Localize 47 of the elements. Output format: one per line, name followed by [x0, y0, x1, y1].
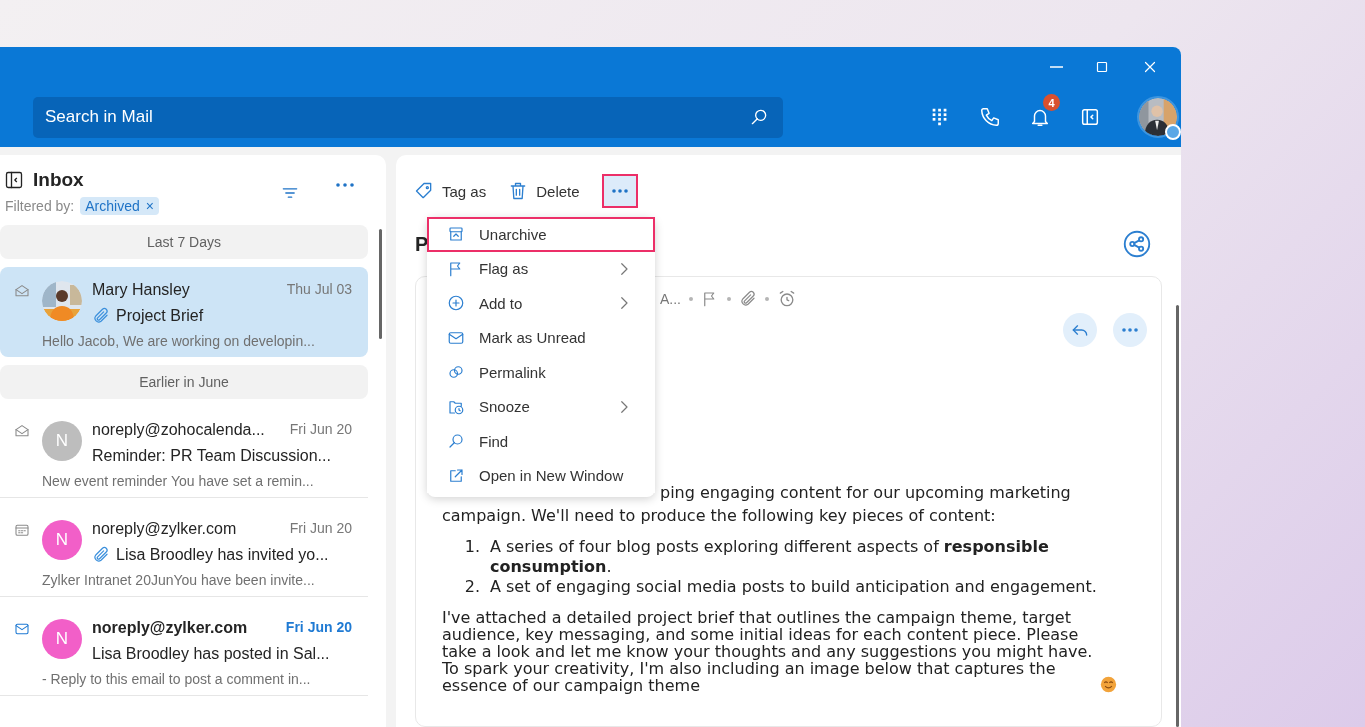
filter-label: Filtered by: [5, 198, 75, 214]
menu-item[interactable]: Open in New Window [427, 458, 655, 493]
message-paragraph: I've attached a detailed project brief that outlines the campaign theme, target audience, key messaging, and some initial ideas for each content piece. Please take a look and let me know your thoughts and any suggestions you might have. To spark your creativity, I'm also including an image below that captures the essence of our campaign theme [442, 609, 1094, 694]
message-meta: A... [660, 291, 681, 307]
search-field[interactable]: Search in Mail [33, 96, 783, 138]
sender-name: noreply@zylker.com [92, 520, 238, 538]
menu-item[interactable]: Add to [427, 286, 655, 321]
mail-subject: Lisa Broodley has posted in Sal... [92, 645, 330, 663]
toolbar-button[interactable]: Delete [508, 181, 580, 201]
folder-title: Inbox [33, 169, 84, 191]
mail-date: Fri Jun 20 [285, 619, 352, 637]
menu-item[interactable]: Permalink [427, 355, 655, 390]
avatar: N [42, 619, 82, 659]
notification-badge: 4 [1043, 94, 1060, 111]
menu-item[interactable]: Snooze [427, 389, 655, 424]
mail-date: Thu Jul 03 [286, 281, 352, 299]
menu-item[interactable]: Mark as Unread [427, 320, 655, 355]
menu-item[interactable]: Find [427, 424, 655, 459]
avatar: N [42, 520, 82, 560]
menu-item[interactable]: Flag as [427, 251, 655, 286]
date-group-header: Earlier in June [0, 365, 368, 399]
list-number: 2. [464, 577, 480, 597]
sender-name: noreply@zylker.com [92, 619, 249, 637]
avatar: N [42, 421, 82, 461]
filter-chip[interactable]: Archived × [80, 197, 159, 215]
mail-date: Fri Jun 20 [289, 421, 352, 439]
toolbar-button[interactable]: Tag as [414, 181, 487, 201]
mail-preview: Hello Jacob, We are working on developin... [42, 333, 316, 349]
mail-preview: - Reply to this email to post a comment in... [42, 671, 312, 687]
mail-item[interactable]: N noreply@zylker.com Fri Jun 20 Lisa Broodley has posted in Sal... - Reply to this email to post a comment in... [0, 605, 368, 696]
sender-name: noreply@zohocalenda... [92, 421, 266, 439]
sender-name: Mary Hansley [92, 281, 191, 299]
list-number: 1. [464, 537, 480, 558]
list-item: A set of engaging social media posts to build anticipation and engagement. [490, 577, 1097, 597]
date-group-header: Last 7 Days [0, 225, 368, 259]
mail-preview: New event reminder You have set a remin... [42, 473, 315, 489]
mail-item[interactable]: Mary Hansley Thu Jul 03 Project Brief Hello Jacob, We are working on developin... [0, 267, 368, 357]
mail-date: Fri Jun 20 [289, 520, 352, 538]
mail-preview: Zylker Intranet 20JunYou have been invite... [42, 572, 316, 588]
list-item: A series of four blog posts exploring different aspects of responsible consumption. [490, 537, 1050, 577]
message-subject: P [415, 232, 429, 256]
mail-item[interactable]: N noreply@zohocalenda... Fri Jun 20 Reminder: PR Team Discussion... New event reminder You have set a remin... [0, 407, 368, 498]
menu-item[interactable]: Unarchive [427, 217, 655, 252]
mail-item[interactable]: N noreply@zylker.com Fri Jun 20 Lisa Broodley has invited yo... Zylker Intranet 20JunYou have been invite... [0, 506, 368, 597]
mail-subject: Reminder: PR Team Discussion... [92, 447, 331, 465]
mail-subject: Lisa Broodley has invited yo... [116, 546, 329, 564]
mail-subject: Project Brief [116, 307, 204, 325]
